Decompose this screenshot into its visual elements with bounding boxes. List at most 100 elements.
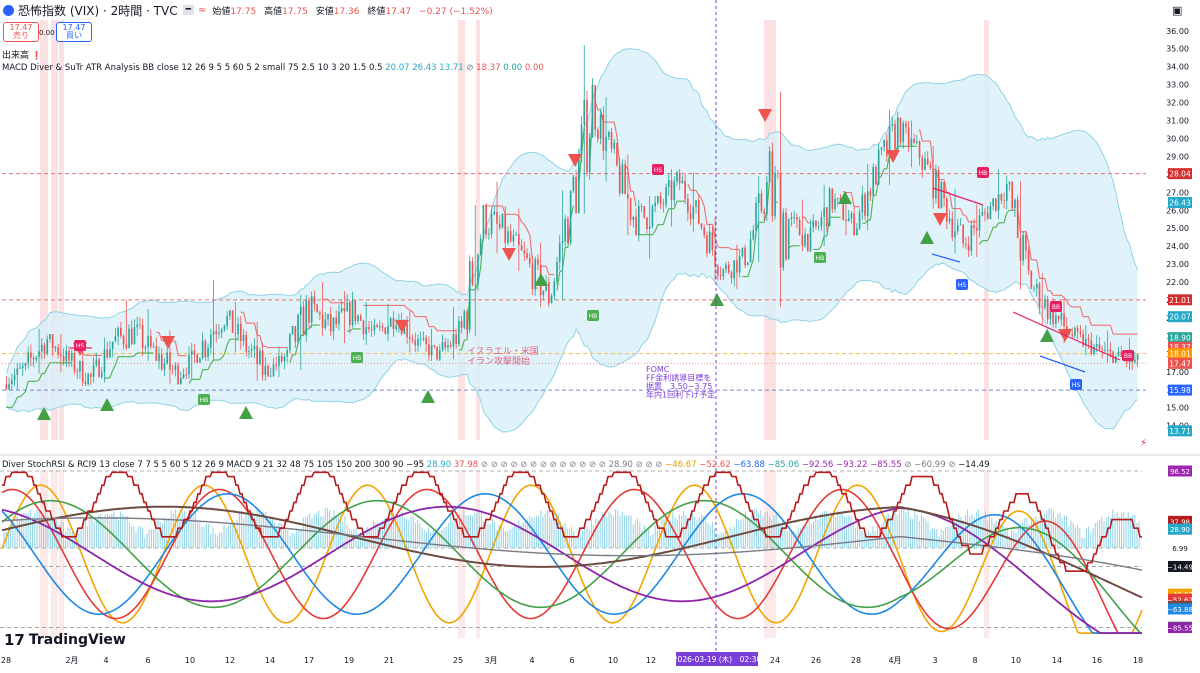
price-tick-label: 25.00: [1166, 224, 1189, 233]
candle-body: [226, 316, 228, 325]
candle-body: [1028, 250, 1030, 270]
candle-body: [668, 180, 670, 187]
candle-body: [1006, 184, 1008, 201]
candle-body: [1011, 182, 1013, 209]
time-tick-label: 12: [225, 656, 235, 665]
candle-body: [499, 224, 501, 228]
candle-body: [1063, 313, 1065, 326]
price-tag-label: 26.43: [1169, 199, 1191, 208]
chart-type-icon[interactable]: ━: [183, 5, 194, 15]
candle-body: [750, 239, 752, 262]
price-tick-label: 36.00: [1166, 27, 1189, 36]
candle-body: [671, 180, 673, 200]
compare-icon[interactable]: ≈: [198, 5, 206, 16]
candle-body: [284, 356, 286, 361]
candle-body: [1107, 350, 1109, 351]
sell-button[interactable]: 17.47売り: [3, 22, 39, 42]
candle-body: [818, 226, 820, 227]
candle-body: [311, 296, 313, 322]
candle-body: [112, 342, 114, 350]
candle-body: [265, 366, 267, 375]
buy-button[interactable]: 17.47買い: [56, 22, 92, 42]
candle-body: [652, 206, 654, 226]
candle-body: [911, 139, 913, 146]
price-tag-label: 18.90: [1169, 334, 1191, 343]
candle-body: [267, 366, 269, 376]
candle-body: [425, 338, 427, 344]
candle-body: [395, 326, 397, 329]
candle-body: [379, 326, 381, 327]
price-tick-label: 23.00: [1166, 260, 1189, 269]
time-tick-label: 16: [1092, 656, 1102, 665]
price-tick-label: 30.00: [1166, 134, 1189, 143]
symbol-title[interactable]: 恐怖指数 (VIX) · 2時間 · TVC: [18, 2, 178, 19]
candle-body: [703, 227, 705, 234]
candle-body: [976, 228, 978, 230]
candle-body: [772, 151, 774, 216]
candle-body: [998, 194, 1000, 210]
candle-body: [592, 85, 594, 138]
candle-body: [995, 199, 997, 211]
candle-body: [74, 353, 76, 371]
warning-icon: ❗: [32, 51, 42, 60]
candle-body: [804, 234, 806, 246]
highlight-band: [458, 20, 465, 440]
price-tag-label: 28.04: [1169, 170, 1191, 179]
candle-body: [270, 376, 272, 377]
candle-body: [278, 356, 280, 365]
candle-body: [567, 219, 569, 243]
candle-body: [275, 365, 277, 366]
candle-body: [919, 141, 921, 157]
candle-body: [185, 374, 187, 375]
candle-body: [106, 349, 108, 357]
volume-label[interactable]: 出来高 ❗: [2, 48, 42, 61]
highlight-band: [40, 470, 48, 638]
candle-body: [357, 316, 359, 321]
candle-body: [916, 141, 918, 142]
candle-body: [515, 234, 517, 235]
candle-body: [297, 315, 299, 342]
candle-body: [202, 341, 204, 358]
tradingview-logo[interactable]: 17 TradingView: [4, 631, 126, 649]
candle-body: [613, 143, 615, 149]
candle-body: [578, 156, 580, 213]
candle-body: [229, 310, 231, 316]
candle-body: [562, 241, 564, 243]
candle-body: [733, 260, 735, 278]
highlight-band: [764, 470, 776, 638]
indicator2-legend[interactable]: Diver StochRSI & RCI9 13 close 7 7 5 5 6…: [2, 460, 990, 470]
candle-body: [96, 359, 98, 364]
candle-body: [791, 217, 793, 219]
candle-body: [619, 165, 621, 193]
candle-body: [349, 302, 351, 325]
candle-body: [393, 318, 395, 329]
candle-body: [414, 340, 416, 345]
time-tick-label: 19: [344, 656, 354, 665]
candle-body: [85, 382, 87, 384]
time-tick-label: 28: [851, 656, 861, 665]
candle-body: [382, 326, 384, 327]
candle-body: [788, 219, 790, 259]
candle-body: [262, 350, 264, 374]
candle-body: [913, 139, 915, 143]
candle-body: [968, 245, 970, 251]
candle-body: [793, 217, 795, 218]
candle-body: [1115, 356, 1117, 363]
time-tick-label: 21: [384, 656, 394, 665]
chart-canvas[interactable]: HSHBHBHBHSHBHBHSBBHSBBイスラエル・米国イラン攻撃開始FOM…: [0, 0, 1200, 669]
candle-body: [115, 336, 117, 341]
indicator1-legend[interactable]: MACD Diver & SuTr ATR Analysis BB close …: [2, 63, 544, 73]
candle-body: [543, 291, 545, 295]
candle-body: [717, 266, 719, 275]
price-tick-label: 33.00: [1166, 81, 1189, 90]
candle-body: [376, 325, 378, 327]
osc-tag-label: 96.52: [1170, 468, 1190, 476]
candle-body: [27, 353, 29, 363]
candle-body: [875, 167, 877, 185]
candle-body: [224, 325, 226, 329]
divergence-tag-label: HB: [353, 355, 362, 362]
candle-body: [354, 300, 356, 321]
candle-body: [586, 100, 588, 172]
candle-body: [785, 213, 787, 260]
candle-body: [316, 304, 318, 312]
